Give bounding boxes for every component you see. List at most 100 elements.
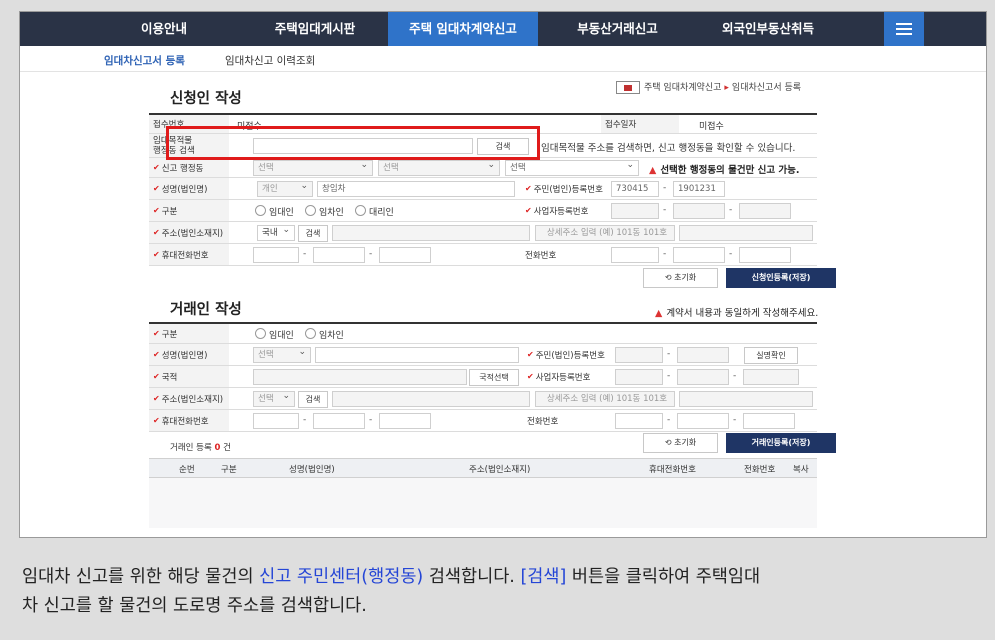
applicant-save-button[interactable]: 신청인등록(저장) [726, 268, 836, 288]
cp-phone-input-2[interactable] [677, 413, 729, 429]
cp-radio-lessee[interactable] [305, 328, 316, 339]
address-row: ✔주소(법인소재지) 국내 검색 상세주소 입력 (예) 101동 101호 [149, 222, 817, 244]
applicant-reset-button[interactable]: ⟲ 초기화 [643, 268, 718, 288]
cp-type-label: ✔ 구분 [149, 324, 229, 343]
cp-address-search-button[interactable]: 검색 [298, 391, 328, 408]
nav-item-board[interactable]: 주택임대게시판 [245, 12, 385, 46]
applicant-section-title: 신청인 작성 [170, 91, 242, 107]
counterparty-table-body [149, 478, 817, 528]
address-extra-input[interactable] [679, 225, 813, 241]
cp-biz-input-1[interactable] [615, 369, 663, 385]
address-input[interactable] [332, 225, 530, 241]
home-icon[interactable] [616, 81, 640, 94]
counterparty-reset-button[interactable]: ⟲ 초기화 [643, 433, 718, 453]
cp-address-label: ✔ 주소(법인소재지) [149, 388, 229, 409]
cp-mobile-label: ✔ 휴대전화번호 [149, 410, 229, 431]
cp-biz-input-2[interactable] [677, 369, 729, 385]
office-select-1[interactable]: 선택 [253, 160, 373, 176]
cp-mobile-input-2[interactable] [313, 413, 365, 429]
highlight-box [166, 126, 540, 160]
breadcrumb-item[interactable]: 주택 임대차계약신고 [644, 83, 721, 93]
caption-highlight: [검색] [520, 567, 567, 587]
subnav-register[interactable]: 임대차신고서 등록 [104, 53, 185, 68]
radio-lessee-label: 임차인 [319, 208, 344, 218]
nation-select-button[interactable]: 국적선택 [469, 369, 519, 386]
mobile-input-2[interactable] [313, 247, 365, 263]
cp-phone-label: 전화번호 [523, 410, 607, 431]
office-search-hint: 임대목적물 주소를 검색하면, 신고 행정동을 확인할 수 있습니다. [541, 143, 796, 154]
rrn-front-input[interactable]: 730415 [611, 181, 659, 197]
mobile-label: ✔ 휴대전화번호 [149, 244, 229, 265]
rrn-label: ✔ 주민(법인)등록번호 [521, 178, 605, 199]
name-input[interactable]: 창임차 [317, 181, 515, 197]
cp-nation-input[interactable] [253, 369, 467, 385]
column-header: 순번 [179, 465, 195, 475]
cp-address-extra-input[interactable] [679, 391, 813, 407]
cp-radio-lessor[interactable] [255, 328, 266, 339]
counterparty-save-button[interactable]: 거래인등록(저장) [726, 433, 836, 453]
cp-name-input[interactable] [315, 347, 519, 363]
cp-mobile-input-1[interactable] [253, 413, 299, 429]
button-label: 초기화 [674, 273, 697, 282]
label-text: 구분 [161, 206, 178, 217]
cp-phone-input-1[interactable] [615, 413, 663, 429]
cp-person-type-select[interactable]: 선택 [253, 347, 311, 363]
biz-input-1[interactable] [611, 203, 659, 219]
nav-item-guide[interactable]: 이용안내 [110, 12, 218, 46]
radio-lessee[interactable] [305, 205, 316, 216]
label-text: 주민(법인)등록번호 [533, 184, 603, 195]
phone-input-1[interactable] [611, 247, 659, 263]
verify-name-button[interactable]: 실명확인 [744, 347, 798, 364]
cp-address-input[interactable] [332, 391, 530, 407]
report-office-label: ✔ 신고 행정동 [149, 158, 229, 177]
cp-name-row: ✔성명(법인명) 선택 ✔주민(법인)등록번호 - 실명확인 [149, 344, 817, 366]
warning-icon: ▲ [655, 308, 663, 319]
cp-rrn-front-input[interactable] [615, 347, 663, 363]
cp-mobile-input-3[interactable] [379, 413, 431, 429]
address-label: ✔ 주소(법인소재지) [149, 222, 229, 243]
mobile-input-3[interactable] [379, 247, 431, 263]
receipt-date-value: 미접수 [699, 122, 724, 132]
sub-navigation: 임대차신고서 등록 임대차신고 이력조회 [20, 46, 986, 72]
phone-input-2[interactable] [673, 247, 725, 263]
cp-address-country-select[interactable]: 선택 [253, 391, 295, 407]
address-search-button[interactable]: 검색 [298, 225, 328, 242]
office-select-2[interactable]: 선택 [378, 160, 500, 176]
cp-rrn-back-input[interactable] [677, 347, 729, 363]
cp-biz-label: ✔ 사업자등록번호 [523, 366, 607, 387]
address-country-select[interactable]: 국내 [257, 225, 295, 241]
rrn-back-input[interactable]: 1901231 [673, 181, 725, 197]
phone-input-3[interactable] [739, 247, 791, 263]
menu-icon[interactable] [884, 12, 924, 46]
label-text: 주소(법인소재지) [161, 394, 224, 405]
cp-biz-input-3[interactable] [743, 369, 799, 385]
counterparty-form: ✔구분 임대인 임차인 ✔성명(법인명) 선택 ✔주민(법인)등록번호 - 실명… [149, 322, 817, 432]
nav-item-foreigner[interactable]: 외국인부동산취득 [698, 12, 838, 46]
column-header: 성명(법인명) [289, 465, 335, 475]
radio-agent[interactable] [355, 205, 366, 216]
biz-input-3[interactable] [739, 203, 791, 219]
count-value: 0 [214, 443, 221, 453]
column-header: 복사 [793, 465, 809, 475]
caption-line-2: 차 신고를 할 물건의 도로명 주소를 검색합니다. [22, 596, 367, 616]
biz-input-2[interactable] [673, 203, 725, 219]
label-text: 사업자등록번호 [535, 372, 591, 383]
biz-label: ✔ 사업자등록번호 [521, 200, 605, 221]
cp-address-detail-input[interactable]: 상세주소 입력 (예) 101동 101호 [535, 391, 675, 407]
counterparty-section-title: 거래인 작성 [170, 302, 242, 318]
cp-nation-label: ✔ 국적 [149, 366, 229, 387]
phone-row: ✔ 휴대전화번호 - - 전화번호 - - [149, 244, 817, 266]
mobile-input-1[interactable] [253, 247, 299, 263]
nav-item-real-estate-report[interactable]: 부동산거래신고 [550, 12, 685, 46]
person-type-select[interactable]: 개인 [257, 181, 313, 197]
subnav-history[interactable]: 임대차신고 이력조회 [225, 53, 315, 68]
count-unit: 건 [223, 443, 231, 453]
cp-address-row: ✔주소(법인소재지) 선택 검색 상세주소 입력 (예) 101동 101호 [149, 388, 817, 410]
address-detail-input[interactable]: 상세주소 입력 (예) 101동 101호 [535, 225, 675, 241]
office-select-3[interactable]: 선택 [505, 160, 639, 176]
count-label: 거래인 등록 [170, 443, 212, 453]
nav-item-lease-report[interactable]: 주택 임대차계약신고 [388, 12, 538, 46]
breadcrumb-item[interactable]: 임대차신고서 등록 [732, 83, 801, 93]
radio-lessor[interactable] [255, 205, 266, 216]
cp-phone-input-3[interactable] [743, 413, 795, 429]
